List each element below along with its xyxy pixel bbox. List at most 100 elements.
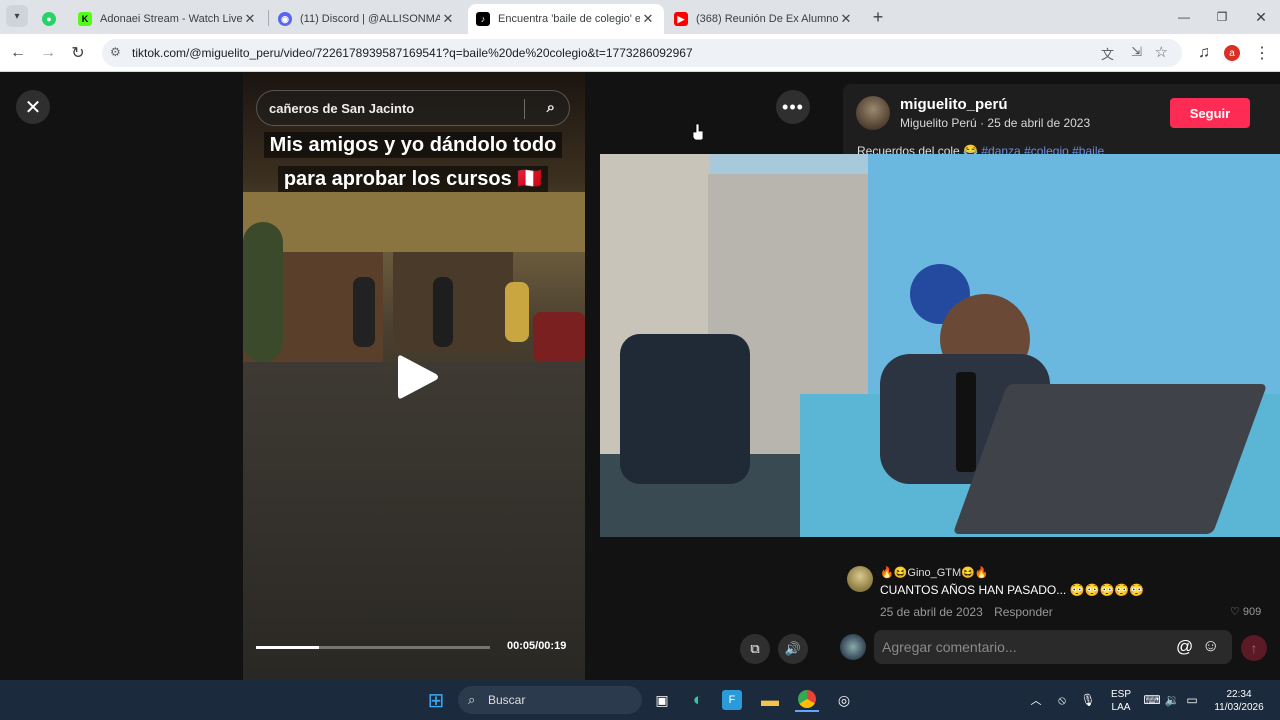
tab-separator (268, 10, 269, 26)
tab-discord[interactable]: ◉ (11) Discord | @ALLISONMARIA ✕ (270, 4, 464, 34)
post-date: 25 de abril de 2023 (987, 116, 1091, 130)
new-tab-button[interactable]: + (866, 5, 890, 29)
play-icon[interactable] (396, 352, 440, 402)
forward-icon[interactable]: → (36, 41, 60, 65)
heart-icon[interactable]: ♡ (1230, 606, 1243, 618)
browser-toolbar: ← → ↻ ⚙ tiktok.com/@miguelito_peru/video… (0, 34, 1280, 72)
tray-chevron-icon[interactable]: ︿ (1024, 688, 1048, 712)
search-input[interactable]: cañeros de San Jacinto ⌕ (256, 90, 570, 126)
browser-tab-strip: ▾ ● K Adonaei Stream - Watch Live o ✕ ◉ … (0, 0, 1280, 34)
video-progress-bar[interactable] (256, 646, 490, 649)
close-video-button[interactable]: ✕ (16, 90, 50, 124)
close-tab-icon[interactable]: ✕ (440, 11, 456, 27)
reply-link[interactable]: Responder (994, 605, 1053, 619)
tray-network-off-icon[interactable]: ⦸ (1050, 688, 1074, 712)
bookmark-star-icon[interactable]: ☆ (1155, 43, 1168, 61)
hand-cursor-icon (693, 124, 703, 140)
maximize-icon[interactable]: ❐ (1210, 5, 1234, 29)
translate-icon[interactable]: 文 (1101, 44, 1114, 63)
more-options-button[interactable]: ••• (776, 90, 810, 124)
profile-avatar[interactable]: a (1220, 41, 1244, 65)
site-info-icon[interactable]: ⚙ (110, 45, 121, 59)
window-close-icon[interactable]: ✕ (1249, 5, 1273, 29)
mention-icon[interactable]: @ (1176, 637, 1193, 657)
battery-icon[interactable]: ▭ (1180, 688, 1204, 712)
current-user-avatar (840, 634, 866, 660)
webcam-overlay (600, 154, 1280, 537)
dancer (505, 282, 529, 342)
file-explorer-icon[interactable]: ▬ (758, 688, 782, 712)
tab-search-icon[interactable]: ▾ (6, 5, 28, 27)
picture-in-picture-button[interactable]: ⧉ (740, 634, 770, 664)
laptop (952, 384, 1268, 534)
tab-youtube[interactable]: ▶ (368) Reunión De Ex Alumnos - ✕ (666, 4, 862, 34)
task-view-icon[interactable]: ▣ (650, 688, 674, 712)
commenter-avatar[interactable] (847, 566, 873, 592)
language-bottom: LAA (1111, 702, 1131, 713)
tab-title: (11) Discord | @ALLISONMARIA (300, 13, 440, 25)
commenter-username[interactable]: 🔥😆Gino_GTM😆🔥 (880, 566, 989, 579)
discord-icon: ◉ (278, 12, 292, 26)
video-time: 00:05/00:19 (507, 640, 567, 652)
taskbar-search[interactable]: ⌕ Buscar (458, 686, 642, 714)
dancer (433, 277, 453, 347)
reload-icon[interactable]: ↻ (66, 41, 90, 65)
windows-start-icon[interactable]: ⊞ (424, 688, 448, 712)
install-app-icon[interactable]: ⇲ (1131, 44, 1142, 60)
tab-tiktok-active[interactable]: ♪ Encuentra 'baile de colegio' en ✕ (468, 4, 664, 34)
kick-icon: K (78, 12, 92, 26)
language-top: ESP (1110, 689, 1131, 700)
chrome-menu-icon[interactable]: ⋮ (1250, 41, 1274, 65)
microphone-icon[interactable]: 🎙 (1076, 688, 1100, 712)
close-tab-icon[interactable]: ✕ (838, 11, 854, 27)
whatsapp-icon: ● (42, 12, 56, 26)
search-icon[interactable]: ⌕ (547, 99, 555, 116)
author-subline: Miguelito Perú · 25 de abril de 2023 (900, 116, 1090, 130)
chrome-logo (798, 690, 816, 708)
obs-icon[interactable]: ◎ (832, 688, 856, 712)
address-bar[interactable]: ⚙ tiktok.com/@miguelito_peru/video/72261… (102, 39, 1182, 67)
search-query: cañeros de San Jacinto (269, 100, 415, 116)
like-count: 909 (1242, 606, 1262, 618)
author-display-name: Miguelito Perú (900, 116, 977, 130)
comment-meta: 25 de abril de 2023 Responder (880, 605, 1053, 619)
tab-title: (368) Reunión De Ex Alumnos - (696, 13, 838, 25)
tab-title: Adonaei Stream - Watch Live o (100, 13, 242, 25)
url-text: tiktok.com/@miguelito_peru/video/7226178… (132, 46, 693, 60)
volume-button[interactable]: 🔊 (778, 634, 808, 664)
minimize-icon[interactable]: — (1172, 5, 1196, 29)
tree (243, 222, 283, 362)
author-avatar[interactable] (856, 96, 890, 130)
edge-icon[interactable]: ◐ (686, 688, 710, 712)
microphone (956, 372, 976, 472)
close-tab-icon[interactable]: ✕ (242, 11, 258, 27)
building-facade (393, 252, 513, 352)
system-clock[interactable]: 22:34 11/03/2026 (1206, 688, 1272, 714)
media-controls-icon[interactable]: ♫ (1192, 41, 1216, 65)
street (243, 362, 585, 680)
close-tab-icon[interactable]: ✕ (640, 11, 656, 27)
store-icon[interactable]: F (722, 690, 742, 710)
comment-likes[interactable]: ♡ 909 (1230, 605, 1261, 618)
tab-whatsapp[interactable]: ● (34, 4, 64, 34)
clock-date: 11/03/2026 (1214, 702, 1264, 713)
tab-title: Encuentra 'baile de colegio' en (498, 13, 640, 25)
send-comment-button[interactable]: ↑ (1241, 635, 1267, 661)
caption-text: Mis amigos y yo dándolo todo para aproba… (263, 132, 563, 192)
taskbar-search-label: Buscar (488, 693, 526, 707)
red-car (533, 312, 585, 362)
follow-button[interactable]: Seguir (1170, 98, 1250, 128)
comment-date: 25 de abril de 2023 (880, 605, 983, 619)
emoji-icon[interactable]: ☺ (1202, 636, 1219, 656)
language-indicator[interactable]: ESP LAA (1108, 688, 1134, 714)
youtube-icon: ▶ (674, 12, 688, 26)
tab-kick[interactable]: K Adonaei Stream - Watch Live o ✕ (70, 4, 266, 34)
chrome-icon[interactable] (795, 688, 819, 712)
tiktok-icon: ♪ (476, 12, 490, 26)
search-divider (524, 99, 525, 119)
backpack (620, 334, 750, 484)
building-facade (243, 192, 585, 252)
author-username[interactable]: miguelito_perú (900, 96, 1008, 113)
back-icon[interactable]: ← (6, 41, 30, 65)
search-icon: ⌕ (468, 692, 476, 707)
